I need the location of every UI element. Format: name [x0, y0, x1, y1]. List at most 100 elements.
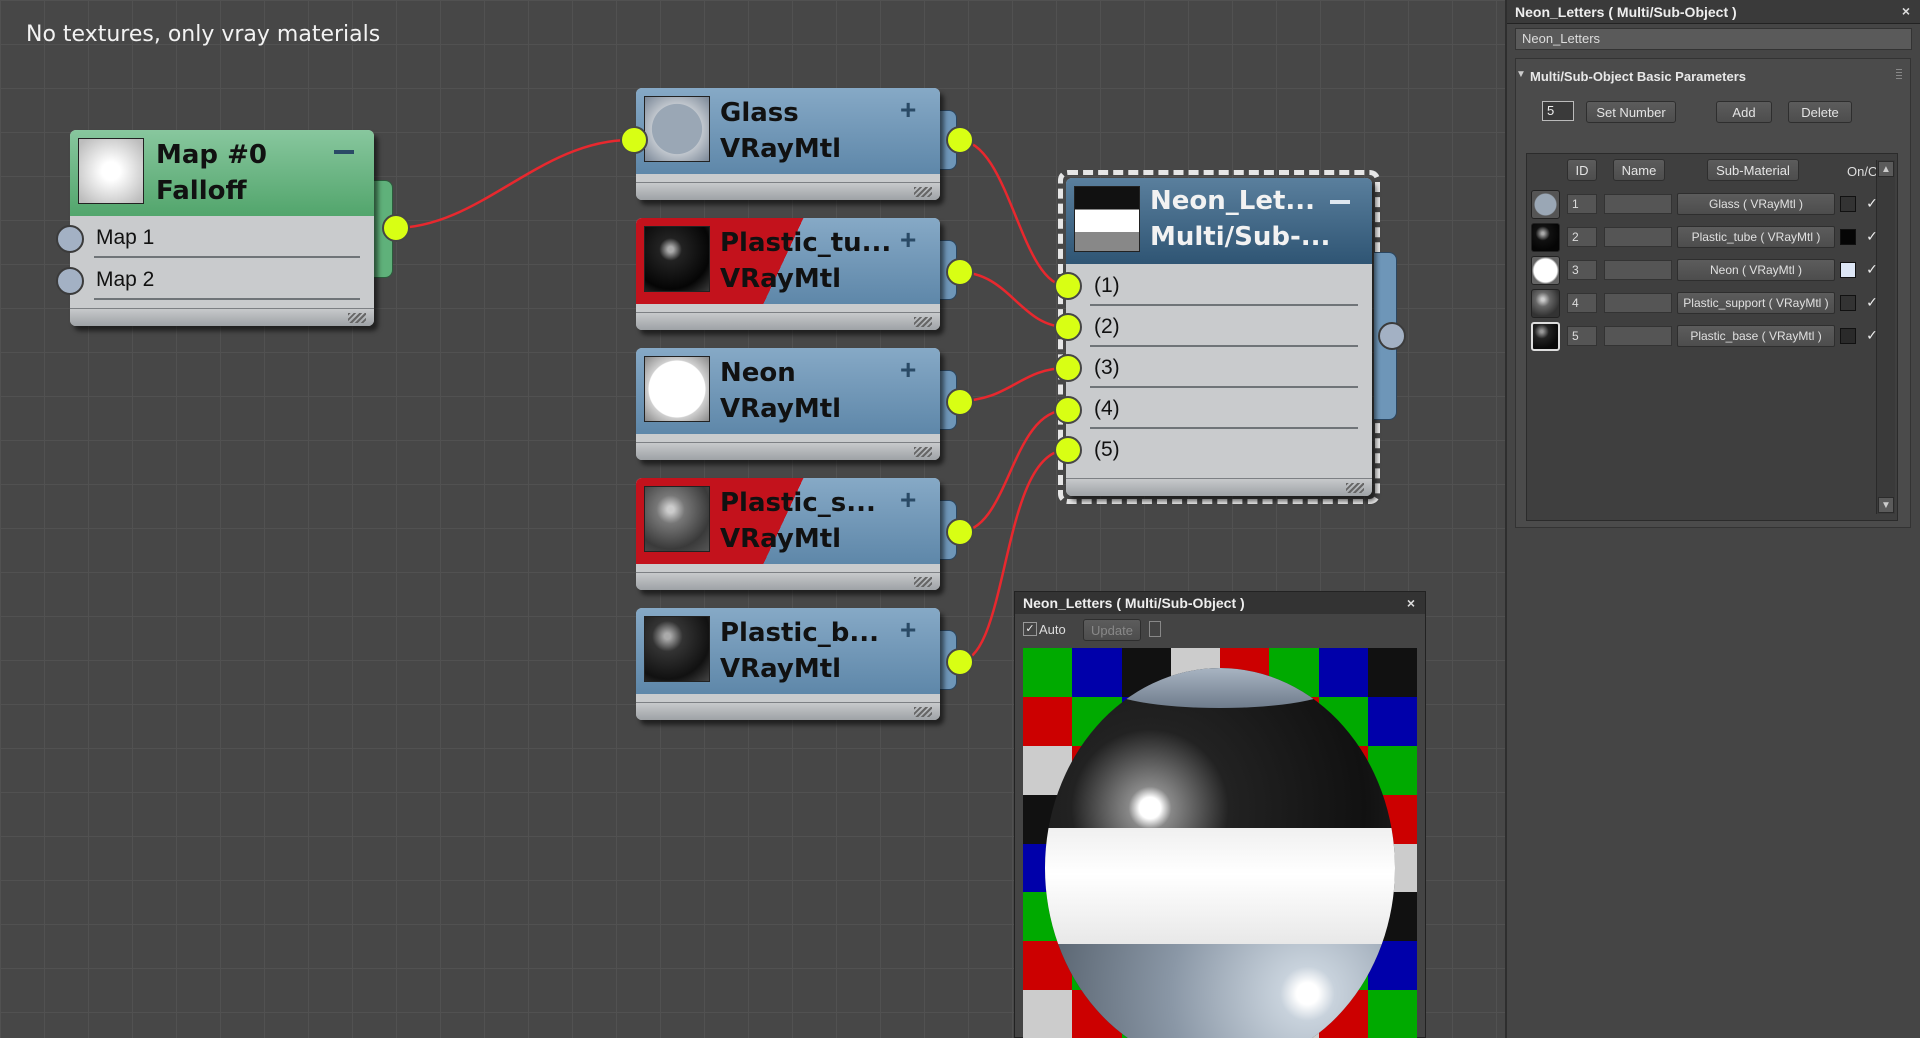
sub-material-button[interactable]: Plastic_support ( VRayMtl ) — [1677, 292, 1835, 314]
update-button[interactable]: Update — [1083, 619, 1141, 641]
color-swatch[interactable] — [1840, 262, 1856, 278]
set-number-button[interactable]: Set Number — [1586, 101, 1676, 123]
expand-icon[interactable]: + — [900, 96, 916, 124]
rollout-title[interactable]: Multi/Sub-Object Basic Parameters — [1530, 69, 1746, 84]
neon-thumbnail — [644, 356, 710, 422]
sub-material-row[interactable]: 5 Plastic_base ( VRayMtl ) ✓ — [1527, 320, 1897, 353]
expand-icon[interactable]: + — [900, 616, 916, 644]
resize-grip[interactable] — [914, 577, 932, 587]
node-subtitle: VRayMtl — [720, 524, 842, 554]
id-field[interactable]: 2 — [1567, 227, 1597, 247]
resize-grip[interactable] — [1346, 483, 1364, 493]
collapse-icon[interactable] — [334, 150, 354, 154]
id-field[interactable]: 1 — [1567, 194, 1597, 214]
rollout-grip-icon[interactable] — [1896, 69, 1902, 79]
id-sort-button[interactable]: ID — [1567, 159, 1597, 181]
material-preview-window[interactable]: Neon_Letters ( Multi/Sub-Object ) × ✓ Au… — [1014, 591, 1426, 1038]
input-port-slot2[interactable] — [1054, 313, 1082, 341]
id-field[interactable]: 5 — [1567, 326, 1597, 346]
material-swatch[interactable] — [1531, 223, 1560, 252]
sub-material-button[interactable]: Plastic_tube ( VRayMtl ) — [1677, 226, 1835, 248]
sub-material-button[interactable]: Glass ( VRayMtl ) — [1677, 193, 1835, 215]
auto-checkbox[interactable]: ✓ — [1023, 622, 1037, 636]
color-swatch[interactable] — [1840, 328, 1856, 344]
plastic-tube-material-node[interactable]: Plastic_tu... VRayMtl + — [636, 218, 940, 330]
input-port-map2[interactable] — [56, 267, 84, 295]
input-port-glass[interactable] — [620, 126, 648, 154]
slot-label: (3) — [1094, 356, 1120, 379]
sub-material-row[interactable]: 3 Neon ( VRayMtl ) ✓ — [1527, 254, 1897, 287]
resize-grip[interactable] — [914, 187, 932, 197]
node-subtitle: Multi/Sub-... — [1150, 222, 1331, 252]
material-name-field[interactable]: Neon_Letters — [1515, 28, 1912, 50]
name-sort-button[interactable]: Name — [1613, 159, 1665, 181]
output-port-multi-sub[interactable] — [1378, 322, 1406, 350]
delete-button[interactable]: Delete — [1788, 101, 1852, 123]
input-port-slot4[interactable] — [1054, 396, 1082, 424]
resize-grip[interactable] — [914, 317, 932, 327]
table-scrollbar[interactable]: ▲ ▼ — [1876, 160, 1895, 514]
node-subtitle: VRayMtl — [720, 394, 842, 424]
multi-sub-material-node[interactable]: Neon_Let... Multi/Sub-... (1) (2) (3) (4… — [1066, 178, 1372, 496]
set-number-field[interactable]: 5 — [1542, 101, 1574, 121]
sub-material-row[interactable]: 4 Plastic_support ( VRayMtl ) ✓ — [1527, 287, 1897, 320]
falloff-map-node[interactable]: Map #0 Falloff Map 1 Map 2 — [70, 130, 374, 326]
output-port-falloff[interactable] — [382, 214, 410, 242]
sub-material-button[interactable]: Plastic_base ( VRayMtl ) — [1677, 325, 1835, 347]
material-swatch[interactable] — [1531, 289, 1560, 318]
node-editor-canvas[interactable]: No textures, only vray materials Map #0 … — [0, 0, 1505, 1038]
glass-thumbnail — [644, 96, 710, 162]
glass-material-node[interactable]: Glass VRayMtl + — [636, 88, 940, 200]
color-swatch[interactable] — [1840, 229, 1856, 245]
expand-icon[interactable]: + — [900, 356, 916, 384]
preview-title-bar[interactable]: Neon_Letters ( Multi/Sub-Object ) × — [1015, 592, 1425, 614]
output-port-neon[interactable] — [946, 388, 974, 416]
resize-grip[interactable] — [914, 447, 932, 457]
input-port-slot1[interactable] — [1054, 272, 1082, 300]
sub-material-row[interactable]: 1 Glass ( VRayMtl ) ✓ — [1527, 188, 1897, 221]
input-port-slot5[interactable] — [1054, 436, 1082, 464]
expand-icon[interactable]: + — [900, 226, 916, 254]
output-port-glass[interactable] — [946, 126, 974, 154]
material-swatch[interactable] — [1531, 256, 1560, 285]
sub-material-button[interactable]: Neon ( VRayMtl ) — [1677, 259, 1835, 281]
scroll-up-icon[interactable]: ▲ — [1878, 161, 1894, 177]
color-swatch[interactable] — [1840, 196, 1856, 212]
material-swatch[interactable] — [1531, 322, 1560, 351]
sub-material-sort-button[interactable]: Sub-Material — [1707, 159, 1799, 181]
wire-glass-to-slot1 — [957, 138, 1068, 288]
id-field[interactable]: 3 — [1567, 260, 1597, 280]
material-swatch[interactable] — [1531, 190, 1560, 219]
wire-support-to-slot4 — [957, 408, 1068, 534]
output-port-plastic-base[interactable] — [946, 648, 974, 676]
info-icon[interactable] — [1149, 621, 1161, 637]
name-field[interactable] — [1604, 227, 1672, 247]
color-swatch[interactable] — [1840, 295, 1856, 311]
material-parameters-panel: Neon_Letters ( Multi/Sub-Object ) × Neon… — [1505, 0, 1920, 1038]
id-field[interactable]: 4 — [1567, 293, 1597, 313]
plastic-base-thumbnail — [644, 616, 710, 682]
panel-title-bar[interactable]: Neon_Letters ( Multi/Sub-Object ) × — [1507, 0, 1920, 24]
name-field[interactable] — [1604, 293, 1672, 313]
input-port-slot3[interactable] — [1054, 354, 1082, 382]
resize-grip[interactable] — [348, 313, 366, 323]
collapse-icon[interactable] — [1330, 200, 1350, 204]
neon-material-node[interactable]: Neon VRayMtl + — [636, 348, 940, 460]
name-field[interactable] — [1604, 326, 1672, 346]
close-icon[interactable]: × — [1407, 595, 1415, 611]
name-field[interactable] — [1604, 194, 1672, 214]
resize-grip[interactable] — [914, 707, 932, 717]
input-port-map1[interactable] — [56, 225, 84, 253]
name-field[interactable] — [1604, 260, 1672, 280]
plastic-support-material-node[interactable]: Plastic_s... VRayMtl + — [636, 478, 940, 590]
add-button[interactable]: Add — [1716, 101, 1772, 123]
expand-icon[interactable]: + — [900, 486, 916, 514]
close-icon[interactable]: × — [1902, 3, 1910, 19]
scroll-down-icon[interactable]: ▼ — [1878, 497, 1894, 513]
sub-material-row[interactable]: 2 Plastic_tube ( VRayMtl ) ✓ — [1527, 221, 1897, 254]
plastic-base-material-node[interactable]: Plastic_b... VRayMtl + — [636, 608, 940, 720]
output-port-plastic-support[interactable] — [946, 518, 974, 546]
rollout-collapse-icon[interactable]: ▼ — [1516, 69, 1526, 80]
output-port-plastic-tube[interactable] — [946, 258, 974, 286]
node-title: Glass — [720, 98, 799, 128]
